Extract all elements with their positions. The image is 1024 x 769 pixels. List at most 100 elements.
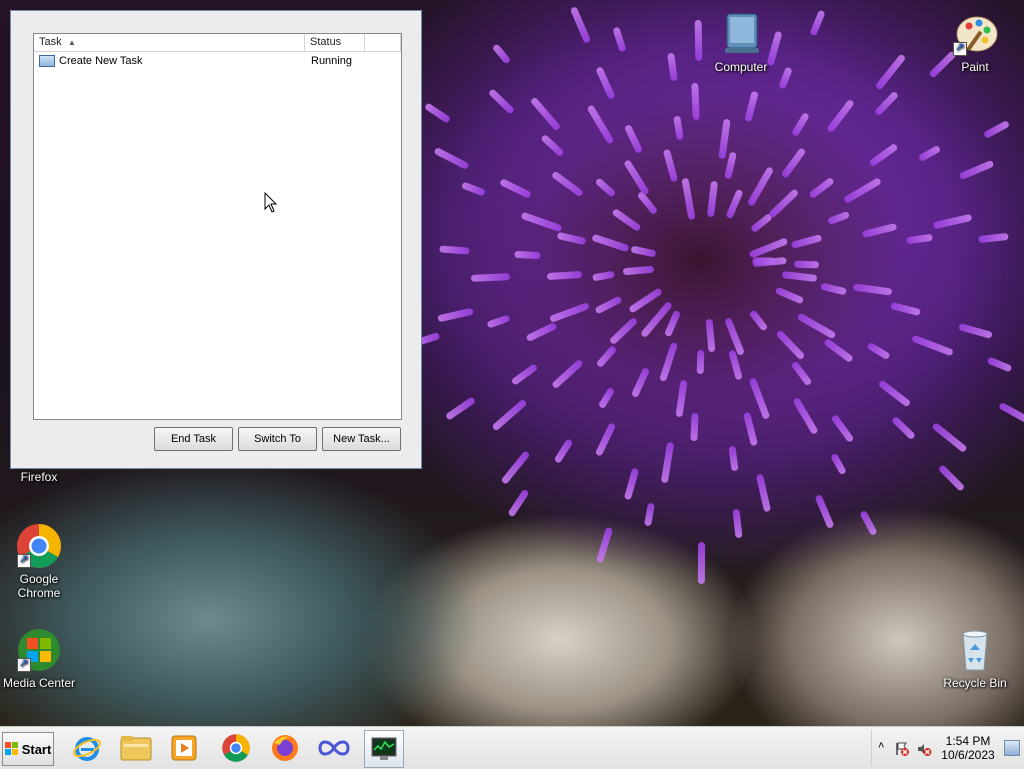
wallpaper-spike	[660, 441, 674, 484]
wallpaper-spike	[591, 271, 615, 282]
wallpaper-spike	[540, 133, 565, 158]
taskbar-internet-explorer[interactable]	[68, 730, 106, 766]
window-icon	[39, 54, 55, 67]
desktop-icon-recycle-bin[interactable]: Recycle Bin	[938, 626, 1012, 690]
desktop-icon-label: Firefox	[20, 470, 58, 484]
volume-muted-icon[interactable]	[916, 741, 932, 757]
wallpaper-spike	[748, 237, 789, 259]
wallpaper-spike	[822, 337, 854, 364]
wallpaper-spike	[623, 467, 640, 500]
wallpaper-spike	[507, 488, 530, 518]
wallpaper-spike	[874, 53, 907, 91]
wallpaper-spike	[782, 271, 818, 283]
wallpaper-spike	[790, 234, 823, 250]
wallpaper-spike	[696, 350, 705, 375]
column-header-status[interactable]: Status	[305, 34, 365, 51]
wallpaper-spike	[829, 452, 847, 476]
wallpaper-spike	[550, 170, 585, 198]
column-header-spacer	[365, 34, 401, 51]
desktop-icon-google-chrome[interactable]: Google Chrome	[2, 522, 76, 600]
wallpaper-spike	[643, 502, 655, 527]
paint-icon	[951, 10, 999, 58]
wallpaper-spike	[755, 473, 772, 513]
wallpaper-spike	[986, 356, 1013, 373]
action-center-flag-icon[interactable]	[894, 741, 910, 757]
wallpaper-spike	[433, 147, 470, 171]
firefox-icon	[272, 735, 298, 761]
wallpaper-spike	[917, 144, 941, 163]
desktop-icon-paint[interactable]: Paint	[938, 10, 1012, 74]
wallpaper-spike	[622, 265, 655, 275]
wallpaper-spike	[728, 446, 739, 472]
wallpaper-spike	[553, 438, 574, 465]
wallpaper-spike	[520, 212, 563, 233]
wallpaper-spike	[658, 342, 678, 383]
wallpaper-spike	[808, 176, 835, 200]
wallpaper-spike	[791, 112, 810, 138]
wallpaper-spike	[707, 180, 719, 218]
taskbar-media-player[interactable]	[165, 730, 203, 766]
taskbar-firefox[interactable]	[266, 730, 304, 766]
table-row[interactable]: Create New Task Running	[34, 52, 401, 69]
wallpaper-spike	[570, 6, 592, 44]
wallpaper-spike	[423, 102, 451, 124]
taskbar-infinity-app[interactable]	[315, 730, 353, 766]
sort-ascending-icon: ▲	[68, 38, 76, 47]
wallpaper-spike	[594, 177, 617, 199]
wallpaper-spike	[438, 245, 470, 255]
system-clock[interactable]: 1:54 PM 10/6/2023	[938, 734, 998, 762]
windows-logo-icon	[4, 742, 18, 755]
taskbar-chrome[interactable]	[217, 730, 255, 766]
taskbar-windows-explorer[interactable]	[117, 730, 155, 766]
wallpaper-spike	[631, 366, 651, 398]
wallpaper-spike	[780, 147, 807, 179]
wallpaper-spike	[997, 401, 1024, 426]
wallpaper-spike	[491, 398, 528, 432]
wallpaper-spike	[694, 19, 703, 61]
wallpaper-spike	[731, 509, 743, 539]
wallpaper-spike	[529, 96, 561, 132]
switch-to-button[interactable]: Switch To	[238, 427, 317, 451]
wallpaper-spike	[510, 362, 538, 386]
wallpaper-spike	[499, 178, 533, 199]
start-button[interactable]: Start	[2, 732, 54, 766]
end-task-button[interactable]: End Task	[154, 427, 233, 451]
task-list[interactable]: Task ▲ Status Create New Task Running	[33, 33, 402, 420]
clock-date: 10/6/2023	[941, 748, 995, 762]
wallpaper-spike	[878, 379, 912, 408]
wallpaper-spike	[748, 309, 769, 333]
column-header-task-label: Task	[39, 36, 62, 48]
show-desktop-button[interactable]	[1004, 740, 1020, 756]
wallpaper-spike	[612, 26, 628, 53]
desktop-icon-label: Computer	[714, 60, 768, 74]
wallpaper-spike	[796, 312, 837, 340]
desktop-icon-label: Recycle Bin	[943, 676, 1007, 690]
show-hidden-icons-chevron-icon[interactable]: ˄	[878, 740, 884, 752]
new-task-button[interactable]: New Task...	[322, 427, 401, 451]
taskbar-task-manager[interactable]	[364, 730, 404, 768]
wallpaper-spike	[630, 245, 657, 258]
wallpaper-spike	[809, 10, 826, 37]
taskbar: Start ˄ 1:54 PM 10/6/2023	[0, 726, 1024, 769]
wallpaper-spike	[911, 334, 954, 357]
wallpaper-spike	[743, 90, 759, 123]
wallpaper-spike	[868, 142, 899, 168]
wallpaper-spike	[826, 99, 856, 134]
wallpaper-spike	[623, 124, 643, 155]
column-header-task[interactable]: Task ▲	[34, 34, 305, 51]
chrome-icon	[15, 522, 63, 570]
clock-time: 1:54 PM	[945, 734, 991, 748]
wallpaper-spike	[594, 295, 623, 315]
wallpaper-spike	[460, 181, 486, 197]
wallpaper-spike	[675, 380, 688, 418]
desktop-icon-computer[interactable]: Computer	[704, 10, 778, 74]
wallpaper-spike	[718, 118, 731, 159]
desktop-icon-firefox[interactable]: Firefox	[2, 470, 76, 484]
wallpaper-spike	[958, 160, 995, 181]
wallpaper-spike	[861, 222, 897, 238]
wallpaper-spike	[471, 273, 511, 282]
wallpaper-spike	[774, 286, 804, 305]
wallpaper-spike	[830, 413, 855, 444]
desktop-icon-media-center[interactable]: Media Center	[2, 626, 76, 690]
wallpaper-spike	[488, 88, 516, 115]
